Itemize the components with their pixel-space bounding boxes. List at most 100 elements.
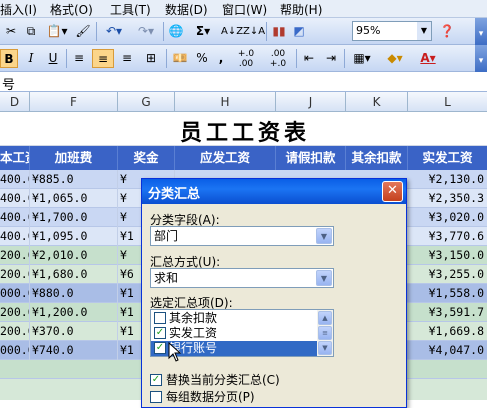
header-gross-pay[interactable]: 应发工资 (175, 146, 276, 170)
percent-button[interactable]: % (194, 49, 210, 68)
help-icon[interactable]: ❓ (438, 22, 456, 41)
cell-d[interactable]: 400.0 (0, 170, 30, 189)
chart-wizard-icon[interactable]: ▮▮ (270, 22, 288, 41)
cell-f[interactable]: ¥1,065.0 (30, 189, 118, 208)
menu-format[interactable]: 格式(O) (50, 1, 93, 18)
decrease-indent-icon[interactable]: ⇤ (300, 49, 318, 68)
chevron-down-icon[interactable]: ▼ (316, 270, 332, 286)
menu-tools[interactable]: 工具(T) (110, 1, 151, 18)
decrease-decimal-button[interactable]: .00 +.0 (264, 49, 292, 69)
align-left-icon[interactable]: ≡ (70, 49, 88, 68)
format-painter-icon[interactable]: 🖌 (74, 22, 92, 41)
menu-window[interactable]: 窗口(W) (222, 1, 267, 18)
comma-button[interactable]: , (214, 49, 228, 68)
cell-l[interactable]: ¥4,047.0 (408, 341, 487, 360)
copy-icon[interactable]: ⧉ (22, 22, 40, 41)
scroll-thumb[interactable]: ≡ (318, 326, 332, 340)
list-item[interactable]: ✓ 实发工资 (151, 326, 317, 341)
formula-bar[interactable]: 号 (0, 72, 487, 93)
group-field-select[interactable]: 部门 ▼ (150, 226, 334, 246)
cell-f[interactable]: ¥2,010.0 (30, 246, 118, 265)
chevron-down-icon[interactable]: ▼ (316, 228, 332, 244)
cell-l[interactable]: ¥2,130.0 (408, 170, 487, 189)
increase-decimal-button[interactable]: +.0 .00 (232, 49, 260, 69)
sort-asc-icon[interactable]: A↓Z (221, 22, 243, 41)
cell-d[interactable]: 000.0 (0, 341, 30, 360)
column-header-g[interactable]: G (118, 92, 175, 112)
cell-l[interactable]: ¥3,255.0 (408, 265, 487, 284)
cell-d[interactable]: 400.0 (0, 227, 30, 246)
replace-subtotals-option[interactable]: ✓ 替换当前分类汇总(C) (150, 373, 280, 387)
sheet-title[interactable]: 员工工资表 (170, 115, 320, 147)
cell-f[interactable]: ¥1,200.0 (30, 303, 118, 322)
cell-f[interactable]: ¥880.0 (30, 284, 118, 303)
cell-d[interactable]: 200.0 (0, 322, 30, 341)
cell-f[interactable]: ¥885.0 (30, 170, 118, 189)
menu-data[interactable]: 数据(D) (165, 1, 208, 18)
merge-center-icon[interactable]: ⊞ (140, 49, 162, 68)
list-scrollbar[interactable]: ▲ ≡ ▼ (317, 310, 333, 356)
cell-l[interactable]: ¥3,770.6 (408, 227, 487, 246)
menu-insert[interactable]: 插入(I) (0, 1, 37, 18)
cut-icon[interactable]: ✂ (2, 22, 20, 41)
cell-d[interactable]: 000.0 (0, 284, 30, 303)
column-header-l[interactable]: L (408, 92, 487, 112)
summary-function-select[interactable]: 求和 ▼ (150, 268, 334, 288)
cell-l[interactable]: ¥3,020.0 (408, 208, 487, 227)
toolbar-options-icon[interactable]: ▾ (475, 45, 487, 72)
checkbox-checked[interactable]: ✓ (150, 374, 162, 386)
cell-l[interactable]: ¥3,150.0 (408, 246, 487, 265)
header-leave-deduction[interactable]: 请假扣款 (276, 146, 346, 170)
italic-button[interactable]: I (22, 49, 40, 68)
column-header-f[interactable]: F (30, 92, 118, 112)
column-header-j[interactable]: J (276, 92, 346, 112)
checkbox[interactable] (154, 312, 166, 324)
cell-f[interactable]: ¥1,700.0 (30, 208, 118, 227)
autosum-icon[interactable]: Σ▾ (189, 22, 217, 41)
currency-icon[interactable]: 💴 (170, 49, 190, 68)
scroll-down-icon[interactable]: ▼ (318, 341, 332, 355)
header-overtime[interactable]: 加班费 (30, 146, 118, 170)
checkbox-checked[interactable]: ✓ (154, 327, 166, 339)
align-right-icon[interactable]: ≡ (118, 49, 136, 68)
borders-icon[interactable]: ▦▾ (348, 49, 376, 68)
redo-icon[interactable]: ↷▾ (132, 22, 160, 41)
underline-button[interactable]: U (44, 49, 62, 68)
cell-d[interactable]: 400.0 (0, 208, 30, 227)
cell-d[interactable]: 200.0 (0, 303, 30, 322)
bold-button[interactable]: B (0, 49, 18, 68)
menu-help[interactable]: 帮助(H) (280, 1, 322, 18)
font-color-icon[interactable]: A▾ (414, 49, 442, 68)
align-center-icon[interactable]: ≡ (92, 49, 114, 68)
cell-f[interactable]: ¥1,680.0 (30, 265, 118, 284)
cell-f[interactable]: ¥370.0 (30, 322, 118, 341)
fill-color-icon[interactable]: ◆▾ (380, 49, 410, 68)
sort-desc-icon[interactable]: Z↓A (243, 22, 265, 41)
hyperlink-icon[interactable]: 🌐 (167, 22, 185, 41)
cell-d[interactable]: 400.0 (0, 189, 30, 208)
zoom-combo[interactable]: 95% ▼ (352, 21, 432, 41)
column-header-h[interactable]: H (175, 92, 276, 112)
cell-f[interactable]: ¥1,095.0 (30, 227, 118, 246)
chevron-down-icon[interactable]: ▼ (417, 22, 431, 40)
cell-l[interactable]: ¥1,558.0 (408, 284, 487, 303)
toolbar-options-icon[interactable]: ▾ (475, 18, 487, 45)
cell-l[interactable]: ¥3,591.7 (408, 303, 487, 322)
drawing-icon[interactable]: ◩ (290, 22, 308, 41)
column-header-k[interactable]: K (346, 92, 408, 112)
cell-d[interactable]: 200.0 (0, 265, 30, 284)
paste-icon[interactable]: 📋▾ (42, 22, 72, 41)
cell-d[interactable]: 200.0 (0, 246, 30, 265)
cell-f[interactable]: ¥740.0 (30, 341, 118, 360)
cell-l[interactable]: ¥2,350.3 (408, 189, 487, 208)
checkbox-checked[interactable]: ✓ (154, 342, 166, 354)
page-break-option[interactable]: 每组数据分页(P) (150, 390, 255, 404)
checkbox[interactable] (150, 391, 162, 403)
header-net-pay[interactable]: 实发工资 (408, 146, 487, 170)
dialog-titlebar[interactable]: 分类汇总 ✕ (142, 179, 406, 204)
header-base-salary[interactable]: 本工资 (0, 146, 30, 170)
scroll-up-icon[interactable]: ▲ (318, 311, 332, 325)
cell-l[interactable]: ¥1,669.8 (408, 322, 487, 341)
undo-icon[interactable]: ↶▾ (100, 22, 128, 41)
increase-indent-icon[interactable]: ⇥ (322, 49, 340, 68)
